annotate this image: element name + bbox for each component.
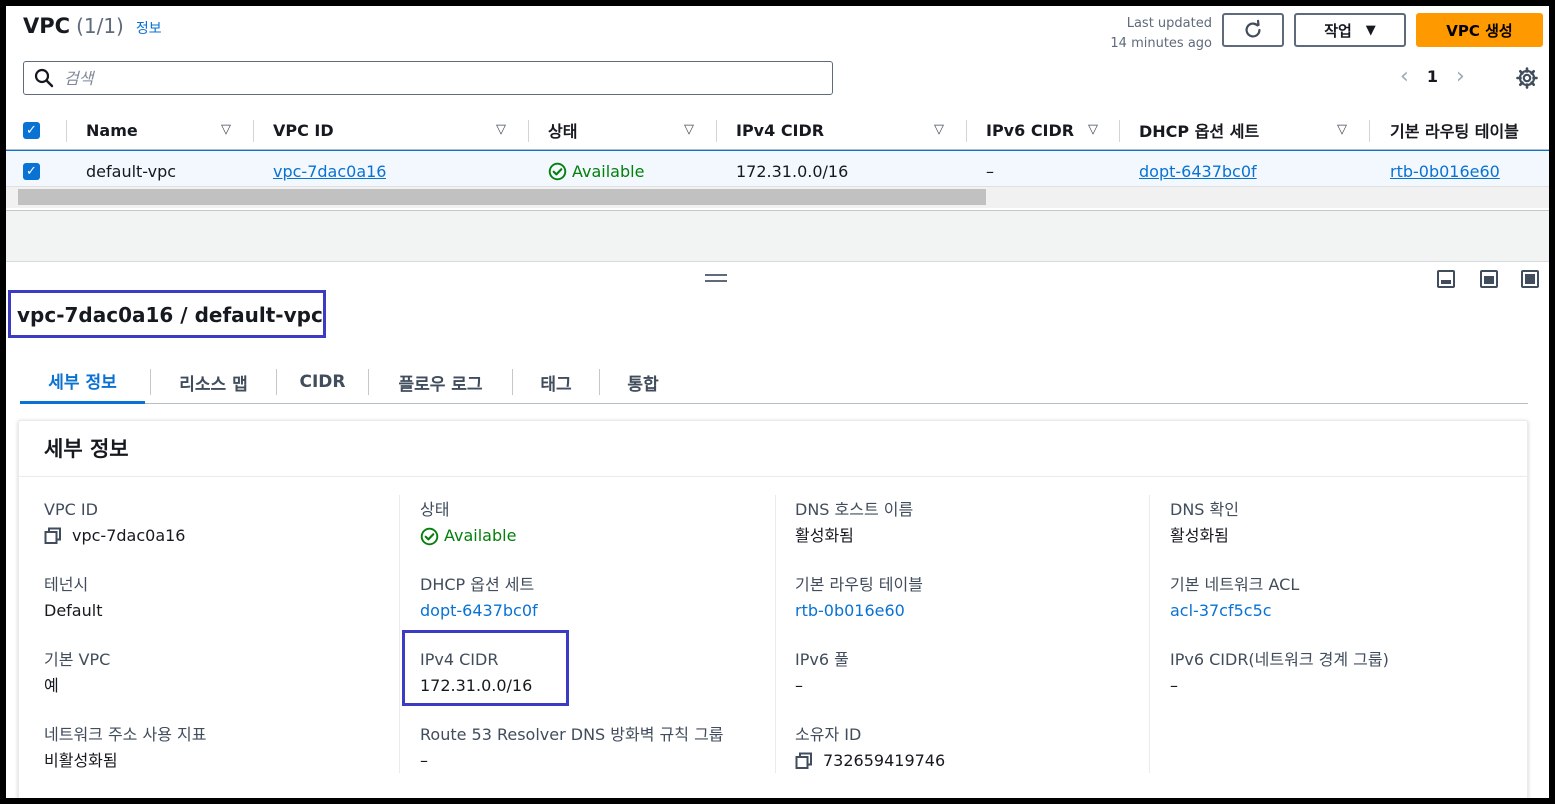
create-vpc-button[interactable]: VPC 생성 xyxy=(1416,13,1543,47)
panel-bottom-icon[interactable] xyxy=(1437,270,1455,288)
refresh-button[interactable] xyxy=(1222,13,1284,47)
field-dns-hostnames: DNS 호스트 이름 활성화됨 xyxy=(795,500,914,545)
sort-icon[interactable]: ▽ xyxy=(496,122,506,137)
page-number[interactable]: 1 xyxy=(1427,67,1438,86)
column-header-ipv6[interactable]: IPv6 CIDR xyxy=(986,110,1074,150)
column-header-name[interactable]: Name xyxy=(86,110,138,150)
field-dhcp: DHCP 옵션 세트 dopt-6437bc0f xyxy=(420,573,538,625)
sort-icon[interactable]: ▽ xyxy=(1088,122,1098,137)
scrollbar-thumb[interactable] xyxy=(18,189,986,205)
panel-side-icon[interactable] xyxy=(1480,270,1498,288)
column-header-ipv4[interactable]: IPv4 CIDR xyxy=(736,110,824,150)
tab-details[interactable]: 세부 정보 xyxy=(20,360,145,404)
field-main-route-table: 기본 라우팅 테이블 rtb-0b016e60 xyxy=(795,573,923,625)
row-dhcp-link[interactable]: dopt-6437bc0f xyxy=(1139,151,1257,191)
detail-tabs: 세부 정보 리소스 맵 CIDR 플로우 로그 태그 통합 xyxy=(20,360,1528,404)
search-input[interactable] xyxy=(64,68,764,88)
panel-full-icon[interactable] xyxy=(1521,270,1539,288)
field-network-usage: 네트워크 주소 사용 지표 비활성화됨 xyxy=(44,725,207,770)
gear-icon[interactable] xyxy=(1515,66,1539,90)
details-container: 세부 정보 VPC ID vpc-7dac0a16 테넌시 Default 기본… xyxy=(18,420,1528,798)
check-circle-icon xyxy=(420,527,439,545)
row-status: Available xyxy=(548,151,644,191)
sort-icon[interactable]: ▽ xyxy=(684,122,694,137)
search-field[interactable] xyxy=(23,61,833,95)
last-updated: Last updated 14 minutes ago xyxy=(1110,16,1212,51)
vpc-list-panel: VPC (1/1) 정보 Last updated 14 minutes ago… xyxy=(6,6,1549,210)
copy-icon[interactable] xyxy=(44,527,62,545)
sort-icon[interactable]: ▽ xyxy=(934,122,944,137)
console-frame: VPC (1/1) 정보 Last updated 14 minutes ago… xyxy=(6,6,1549,798)
info-link[interactable]: 정보 xyxy=(136,18,162,38)
container-header: 세부 정보 xyxy=(19,421,1527,477)
field-vpc-id: VPC ID vpc-7dac0a16 xyxy=(44,500,186,545)
row-name: default-vpc xyxy=(86,161,177,181)
detail-title: vpc-7dac0a16 / default-vpc xyxy=(17,303,323,327)
tab-cidr[interactable]: CIDR xyxy=(277,360,368,404)
page-header: VPC (1/1) 정보 xyxy=(23,14,162,44)
page-title: VPC xyxy=(23,14,71,38)
caret-down-icon: ▼ xyxy=(1365,22,1376,38)
field-ipv6-cidr: IPv6 CIDR(네트워크 경계 그룹) – xyxy=(1170,650,1389,695)
sort-icon[interactable]: ▽ xyxy=(221,122,231,137)
actions-button[interactable]: 작업 ▼ xyxy=(1294,13,1406,47)
section-title: 세부 정보 xyxy=(44,437,129,461)
column-header-vpc-id[interactable]: VPC ID xyxy=(273,110,334,150)
tab-integrations[interactable]: 통합 xyxy=(600,360,686,404)
row-ipv6: – xyxy=(986,161,994,181)
copy-icon[interactable] xyxy=(795,752,813,770)
field-ipv6-pool: IPv6 풀 – xyxy=(795,650,849,695)
refresh-icon xyxy=(1245,19,1261,38)
row-route-table-link[interactable]: rtb-0b016e60 xyxy=(1390,151,1500,191)
column-header-route-table[interactable]: 기본 라우팅 테이블 xyxy=(1390,110,1549,150)
field-main-acl: 기본 네트워크 ACL acl-37cf5c5c xyxy=(1170,573,1299,625)
table-row[interactable]: ✓ default-vpc vpc-7dac0a16 Available 172… xyxy=(6,150,1549,190)
table-header: ✓ Name ▽ VPC ID ▽ 상태 ▽ IPv4 CIDR ▽ IPv6 … xyxy=(6,110,1549,150)
chevron-right-icon[interactable]: › xyxy=(1456,64,1465,89)
annotation-box xyxy=(402,630,569,706)
row-ipv4: 172.31.0.0/16 xyxy=(736,161,849,181)
acl-link[interactable]: acl-37cf5c5c xyxy=(1170,597,1299,625)
column-header-status[interactable]: 상태 xyxy=(548,110,577,150)
tab-flow-logs[interactable]: 플로우 로그 xyxy=(369,360,512,404)
row-checkbox[interactable]: ✓ xyxy=(23,151,40,191)
field-tenancy: 테넌시 Default xyxy=(44,575,103,620)
pagination: ‹ 1 › xyxy=(1400,64,1465,89)
drag-handle-icon[interactable] xyxy=(705,274,727,282)
field-default-vpc: 기본 VPC 예 xyxy=(44,650,111,695)
select-all-checkbox[interactable]: ✓ xyxy=(23,110,40,150)
panel-gap xyxy=(6,210,1549,262)
item-count: (1/1) xyxy=(76,14,124,38)
route-table-link[interactable]: rtb-0b016e60 xyxy=(795,597,923,625)
field-owner-id: 소유자 ID 732659419746 xyxy=(795,725,946,770)
column-header-dhcp[interactable]: DHCP 옵션 세트 xyxy=(1139,110,1259,150)
field-route53: Route 53 Resolver DNS 방화벽 규칙 그룹 – xyxy=(420,725,724,770)
check-circle-icon xyxy=(548,162,567,180)
row-vpc-id-link[interactable]: vpc-7dac0a16 xyxy=(273,151,386,191)
dhcp-link[interactable]: dopt-6437bc0f xyxy=(420,597,538,625)
field-state: 상태 Available xyxy=(420,500,517,545)
tab-resource-map[interactable]: 리소스 맵 xyxy=(151,360,276,404)
chevron-left-icon[interactable]: ‹ xyxy=(1400,64,1409,89)
search-icon xyxy=(34,68,54,88)
tab-tags[interactable]: 태그 xyxy=(513,360,599,404)
field-dns-resolution: DNS 확인 활성화됨 xyxy=(1170,500,1239,545)
sort-icon[interactable]: ▽ xyxy=(1337,122,1347,137)
